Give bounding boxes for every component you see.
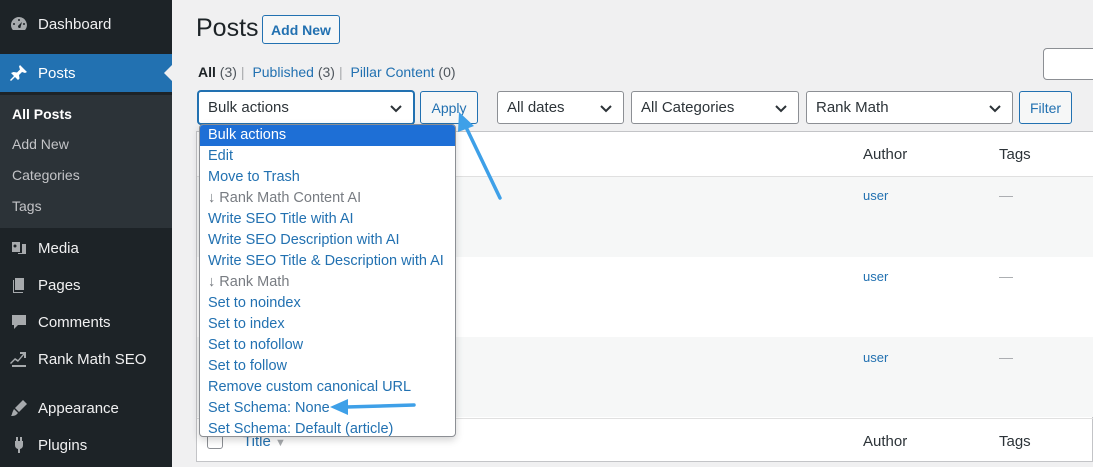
arrow-to-schema-none-icon — [330, 399, 416, 415]
annotation-arrows — [330, 112, 502, 415]
arrow-to-apply-icon — [458, 112, 502, 200]
